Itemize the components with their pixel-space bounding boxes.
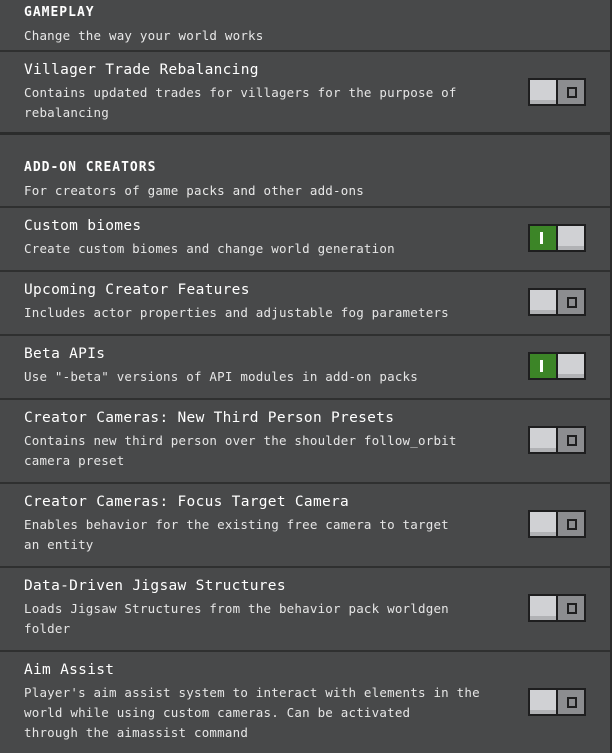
toggle-off-icon <box>567 519 577 530</box>
setting-description-line: Contains updated trades for villagers fo… <box>24 85 457 100</box>
setting-title: Data-Driven Jigsaw Structures <box>24 578 286 594</box>
setting-description: Includes actor properties and adjustable… <box>24 303 484 323</box>
setting-description-line: Player's aim assist system to interact w… <box>24 685 480 700</box>
setting-title: Creator Cameras: New Third Person Preset… <box>24 410 395 426</box>
setting-description: Use "-beta" versions of API modules in a… <box>24 367 484 387</box>
setting-description-line: through the aimassist command <box>24 725 249 740</box>
toggle-new-third-person-presets[interactable] <box>528 426 586 454</box>
toggle-data-driven-jigsaw-structures[interactable] <box>528 594 586 622</box>
section-desc-addon-creators: For creators of game packs and other add… <box>24 183 364 198</box>
toggle-upcoming-creator-features[interactable] <box>528 288 586 316</box>
toggle-aim-assist[interactable] <box>528 688 586 716</box>
setting-title: Custom biomes <box>24 218 142 234</box>
setting-row-upcoming-creator-features: Upcoming Creator Features Includes actor… <box>0 272 610 334</box>
section-title-gameplay: GAMEPLAY <box>24 5 95 20</box>
setting-description-line: camera preset <box>24 453 125 468</box>
toggle-knob <box>528 510 558 538</box>
setting-description: Create custom biomes and change world ge… <box>24 239 484 259</box>
setting-description-line: rebalancing <box>24 105 109 120</box>
setting-row-beta-apis: Beta APIs Use "-beta" versions of API mo… <box>0 336 610 398</box>
toggle-off-icon <box>567 697 577 708</box>
setting-title: Upcoming Creator Features <box>24 282 250 298</box>
toggle-on-icon <box>540 232 543 244</box>
section-title-addon-creators: ADD-ON CREATORS <box>24 160 157 175</box>
setting-description-line: Enables behavior for the existing free c… <box>24 517 449 532</box>
setting-description-line: world while using custom cameras. Can be… <box>24 705 411 720</box>
setting-title: Creator Cameras: Focus Target Camera <box>24 494 350 510</box>
experiments-settings-panel: GAMEPLAY Change the way your world works… <box>0 0 612 753</box>
toggle-knob <box>528 288 558 316</box>
toggle-off-icon <box>567 297 577 308</box>
setting-description-line: Loads Jigsaw Structures from the behavio… <box>24 601 449 616</box>
setting-row-villager-trade-rebalancing: Villager Trade Rebalancing Contains upda… <box>0 52 610 132</box>
setting-description-line: folder <box>24 621 71 636</box>
setting-description-line: Create custom biomes and change world ge… <box>24 241 395 256</box>
setting-description: Contains updated trades for villagers fo… <box>24 83 484 123</box>
setting-description-line: Includes actor properties and adjustable… <box>24 305 449 320</box>
toggle-on-icon <box>540 360 543 372</box>
setting-title: Beta APIs <box>24 346 106 362</box>
toggle-knob <box>556 352 586 380</box>
setting-description: Contains new third person over the shoul… <box>24 431 484 471</box>
toggle-off-icon <box>567 435 577 446</box>
setting-description: Enables behavior for the existing free c… <box>24 515 484 555</box>
toggle-beta-apis[interactable] <box>528 352 586 380</box>
toggle-knob <box>528 78 558 106</box>
section-desc-gameplay: Change the way your world works <box>24 28 264 43</box>
toggle-off-icon <box>567 87 577 98</box>
toggle-knob <box>556 224 586 252</box>
toggle-knob <box>528 688 558 716</box>
toggle-off-icon <box>567 603 577 614</box>
setting-description-line: Use "-beta" versions of API modules in a… <box>24 369 419 384</box>
setting-description: Loads Jigsaw Structures from the behavio… <box>24 599 484 639</box>
setting-row-focus-target-camera: Creator Cameras: Focus Target Camera Ena… <box>0 484 610 566</box>
setting-row-custom-biomes: Custom biomes Create custom biomes and c… <box>0 208 610 270</box>
toggle-knob <box>528 426 558 454</box>
setting-title: Villager Trade Rebalancing <box>24 62 259 78</box>
setting-row-aim-assist: Aim Assist Player's aim assist system to… <box>0 652 610 753</box>
section-header-gameplay: GAMEPLAY Change the way your world works <box>0 0 610 50</box>
setting-title: Aim Assist <box>24 662 115 678</box>
toggle-villager-trade-rebalancing[interactable] <box>528 78 586 106</box>
setting-description: Player's aim assist system to interact w… <box>24 683 484 743</box>
toggle-knob <box>528 594 558 622</box>
setting-description-line: Contains new third person over the shoul… <box>24 433 457 448</box>
toggle-custom-biomes[interactable] <box>528 224 586 252</box>
section-header-addon-creators: ADD-ON CREATORS For creators of game pac… <box>0 135 610 206</box>
toggle-focus-target-camera[interactable] <box>528 510 586 538</box>
setting-row-new-third-person-presets: Creator Cameras: New Third Person Preset… <box>0 400 610 482</box>
setting-row-data-driven-jigsaw-structures: Data-Driven Jigsaw Structures Loads Jigs… <box>0 568 610 650</box>
setting-description-line: an entity <box>24 537 94 552</box>
